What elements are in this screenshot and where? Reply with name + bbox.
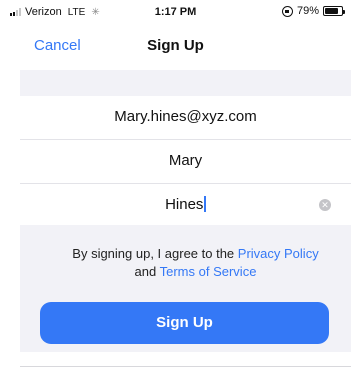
status-right: 79% bbox=[281, 5, 345, 17]
last-name-field[interactable]: Hines ✕ bbox=[20, 184, 351, 228]
privacy-policy-link[interactable]: Privacy Policy bbox=[238, 246, 319, 261]
legal-text: By signing up, I agree to the Privacy Po… bbox=[60, 245, 331, 281]
email-field[interactable]: Mary.hines@xyz.com bbox=[20, 96, 351, 140]
battery-icon bbox=[323, 6, 345, 16]
orientation-lock-icon bbox=[281, 5, 293, 17]
last-name-line: Hines bbox=[20, 196, 351, 213]
page-title: Sign Up bbox=[147, 37, 204, 54]
section-gap bbox=[20, 70, 351, 96]
text-cursor bbox=[204, 196, 206, 212]
legal-prefix: By signing up, I agree to the bbox=[72, 246, 238, 261]
nav-bar: Cancel Sign Up bbox=[0, 24, 351, 68]
divider bbox=[20, 366, 351, 367]
status-bar: Verizon LTE ✳ 1:17 PM 79% bbox=[0, 0, 351, 24]
terms-of-service-link[interactable]: Terms of Service bbox=[160, 264, 257, 279]
clear-icon[interactable]: ✕ bbox=[319, 199, 331, 211]
sign-up-button[interactable]: Sign Up bbox=[40, 302, 329, 344]
last-name-value: Hines bbox=[165, 196, 204, 213]
first-name-value: Mary bbox=[168, 152, 203, 169]
legal-section: By signing up, I agree to the Privacy Po… bbox=[20, 225, 351, 291]
legal-and: and bbox=[134, 264, 160, 279]
email-value: Mary.hines@xyz.com bbox=[114, 108, 257, 125]
battery-percent: 79% bbox=[296, 5, 319, 17]
first-name-field[interactable]: Mary bbox=[20, 140, 351, 184]
